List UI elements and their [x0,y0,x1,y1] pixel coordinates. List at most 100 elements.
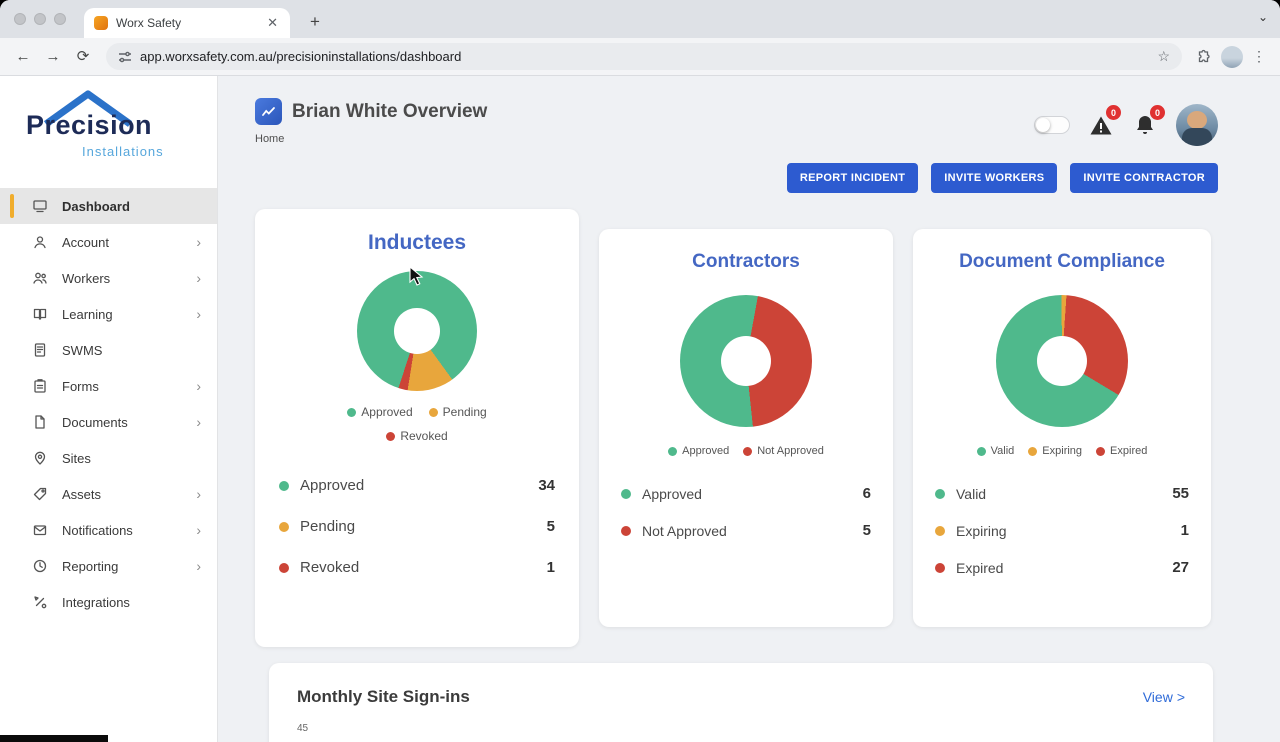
sidebar-item-workers[interactable]: Workers › [0,260,217,296]
precision-installations-logo: Precision Installations [26,86,202,182]
tab-overview-chevron-icon[interactable]: ⌄ [1258,10,1268,24]
browser-tab[interactable]: Worx Safety ✕ [84,8,290,38]
tab-close-icon[interactable]: ✕ [265,15,280,31]
app-root: Precision Installations Dashboard Account… [0,76,1280,742]
extensions-icon[interactable] [1192,45,1216,69]
stat-list: Approved 34 Pending 5 Revoked 1 [273,465,561,588]
forward-button[interactable]: → [40,44,66,70]
sidebar-item-label: Workers [62,270,111,286]
back-button[interactable]: ← [10,44,36,70]
stat-label: Valid [956,485,987,502]
stat-value: 1 [1180,522,1189,539]
chart-legend: Approved Pending Revoked [333,405,501,443]
sidebar-item-reporting[interactable]: Reporting › [0,548,217,584]
card-title: Inductees [367,231,467,254]
chevron-right-icon: › [196,486,201,502]
tab-title: Worx Safety [116,16,182,30]
monthly-signins-card: Monthly Site Sign-ins View > 45 [269,663,1213,742]
stat-label: Not Approved [642,522,727,539]
y-axis-tick: 45 [297,723,309,734]
account-icon [32,234,49,250]
window-controls [0,13,78,25]
invite-workers-button[interactable]: INVITE WORKERS [931,163,1058,193]
stat-row: Expired 27 [931,549,1193,586]
url-text: app.worxsafety.com.au/precisioninstallat… [140,49,462,64]
workers-icon [32,270,49,286]
sidebar-item-swms[interactable]: SWMS [0,332,217,368]
stat-value: 34 [538,477,555,494]
card-document-compliance: Document Compliance Valid Expiring Expired V… [913,229,1211,627]
main-content: Brian White Overview Home 0 0 REPORT INC… [218,76,1280,742]
sidebar-item-documents[interactable]: Documents › [0,404,217,440]
sidebar-item-integrations[interactable]: Integrations [0,584,217,620]
view-link[interactable]: View > [1143,689,1185,705]
stat-row: Approved 34 [273,465,561,506]
swms-icon [32,342,49,358]
status-dot [279,562,289,573]
status-dot [935,488,945,499]
address-bar[interactable]: app.worxsafety.com.au/precisioninstallat… [106,43,1182,70]
chevron-right-icon: > [1176,689,1185,705]
chevron-right-icon: › [196,414,201,430]
stat-value: 1 [546,559,555,576]
profile-icon[interactable] [1220,45,1244,69]
stat-value: 5 [546,518,555,535]
sidebar-item-forms[interactable]: Forms › [0,368,217,404]
sidebar-item-account[interactable]: Account › [0,224,217,260]
legend-item: Not Approved [743,445,824,457]
card-title: Contractors [692,251,800,272]
sidebar-item-dashboard[interactable]: Dashboard [0,188,217,224]
window-minimize-button[interactable] [34,13,46,25]
reporting-icon [32,558,49,574]
sidebar-item-label: SWMS [62,342,103,358]
window-close-button[interactable] [14,13,26,25]
stat-row: Approved 6 [617,475,875,512]
monthly-signins-title: Monthly Site Sign-ins [297,687,470,706]
sidebar-item-label: Assets [62,486,102,502]
window-zoom-button[interactable] [54,13,66,25]
notifications-button[interactable]: 0 [1132,105,1165,138]
site-info-icon[interactable] [118,50,132,64]
stat-label: Expiring [956,522,1007,539]
sidebar-item-assets[interactable]: Assets › [0,476,217,512]
warnings-button[interactable]: 0 [1088,105,1121,138]
chevron-right-icon: › [196,558,201,574]
breadcrumb[interactable]: Home [255,133,487,145]
stat-row: Expiring 1 [931,512,1193,549]
browser-menu-icon[interactable]: ⋮ [1248,48,1270,65]
sidebar: Precision Installations Dashboard Account… [0,76,218,742]
card-inductees: Inductees Approved Pending Revoked Approved 3… [255,209,579,647]
stat-list: Valid 55 Expiring 1 Expired 27 [931,475,1193,586]
logo-subtitle: Installations [82,144,164,159]
status-dot [935,562,945,573]
warnings-badge: 0 [1106,105,1121,120]
status-dot [279,480,289,491]
sidebar-item-label: Reporting [62,558,119,574]
legend-item: Revoked [386,429,448,443]
status-dot [621,525,631,536]
logo-title: Precision [26,110,153,140]
theme-toggle[interactable] [1034,116,1070,134]
sidebar-item-learning[interactable]: Learning › [0,296,217,332]
legend-item: Expiring [1028,445,1082,457]
donut-chart [680,295,812,427]
page-header: Brian White Overview Home 0 0 [255,98,1218,146]
documents-icon [32,414,49,430]
user-avatar[interactable] [1176,104,1218,146]
chart-legend: Approved Not Approved [617,445,875,457]
action-buttons: REPORT INCIDENT INVITE WORKERS INVITE CONT… [255,163,1218,193]
reload-button[interactable]: ⟳ [70,44,96,70]
report-incident-button[interactable]: REPORT INCIDENT [786,163,919,193]
sidebar-item-sites[interactable]: Sites [0,440,217,476]
page-title: Brian White Overview [292,100,488,122]
chevron-right-icon: › [196,270,201,286]
chevron-right-icon: › [196,306,201,322]
stat-row: Pending 5 [273,506,561,547]
bookmark-star-icon[interactable]: ☆ [1157,48,1170,65]
legend-item: Approved [668,445,729,457]
sites-icon [32,450,49,466]
new-tab-button[interactable]: + [302,9,328,35]
sidebar-item-notifications[interactable]: Notifications › [0,512,217,548]
invite-contractor-button[interactable]: INVITE CONTRACTOR [1070,163,1218,193]
tab-favicon-icon [94,16,108,30]
